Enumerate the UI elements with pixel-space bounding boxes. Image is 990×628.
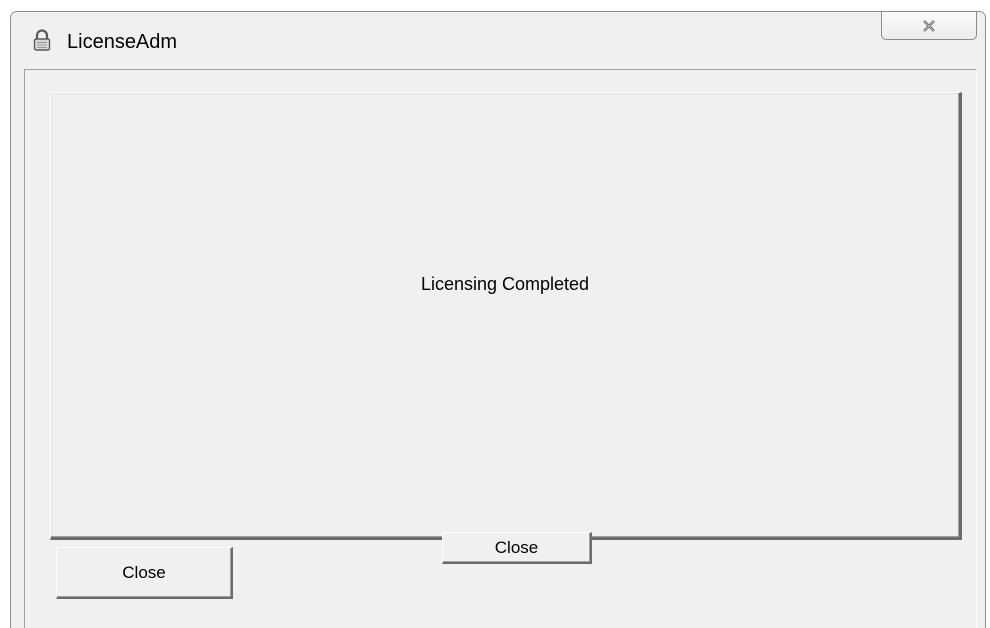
dialog-close-button[interactable]: Close (56, 547, 233, 599)
status-panel: Licensing Completed Close (50, 92, 962, 564)
dialog-client-area: Licensing Completed Close Close (24, 69, 977, 628)
window-title: LicenseAdm (67, 31, 178, 53)
status-message: Licensing Completed (420, 274, 590, 294)
title-bar[interactable]: LicenseAdm (11, 12, 985, 70)
lock-icon (33, 29, 51, 51)
window-close-button[interactable] (881, 12, 977, 40)
panel-close-button[interactable]: Close (442, 532, 592, 564)
license-adm-window: LicenseAdm Licensing Completed Close Clo… (10, 11, 986, 628)
close-icon (923, 19, 935, 32)
